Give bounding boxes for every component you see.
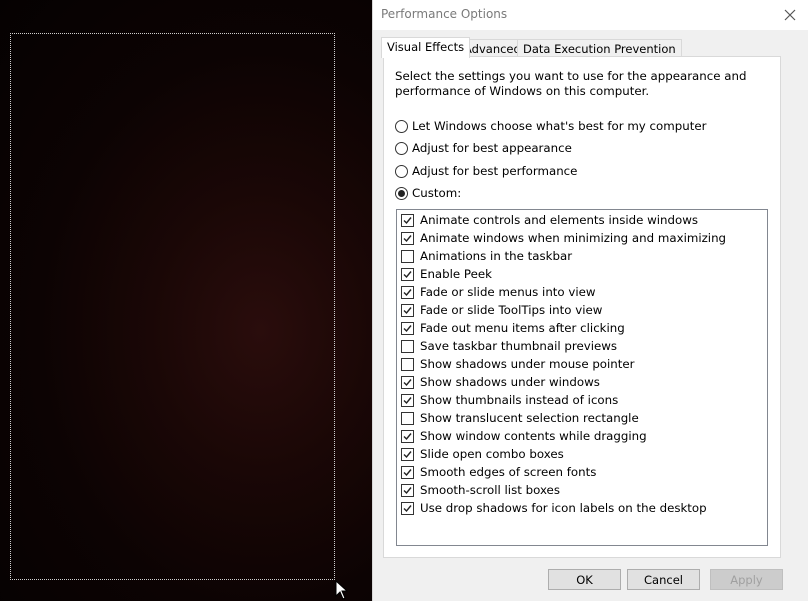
option-label: Fade or slide menus into view: [420, 285, 596, 299]
list-item[interactable]: Save taskbar thumbnail previews: [401, 337, 617, 355]
radio-label: Custom:: [412, 186, 462, 200]
option-label: Show thumbnails instead of icons: [420, 393, 619, 407]
option-label: Show window contents while dragging: [420, 429, 647, 443]
checkbox[interactable]: [401, 267, 414, 281]
radio-button[interactable]: [395, 119, 408, 133]
list-item[interactable]: Fade out menu items after clicking: [401, 319, 625, 337]
list-item[interactable]: Fade or slide menus into view: [401, 283, 596, 301]
checkbox[interactable]: [401, 393, 414, 407]
checkbox[interactable]: [401, 501, 414, 515]
list-item[interactable]: Smooth-scroll list boxes: [401, 481, 560, 499]
effects-listbox[interactable]: Animate controls and elements inside win…: [396, 209, 768, 546]
option-label: Enable Peek: [420, 267, 492, 281]
apply-button[interactable]: Apply: [710, 569, 783, 590]
checkmark-icon: [403, 306, 412, 314]
radio-option[interactable]: Let Windows choose what's best for my co…: [395, 117, 706, 135]
option-label: Show shadows under windows: [420, 375, 600, 389]
radio-label: Let Windows choose what's best for my co…: [412, 119, 707, 133]
option-label: Fade or slide ToolTips into view: [420, 303, 603, 317]
dialog-title: Performance Options: [381, 7, 508, 21]
checkmark-icon: [403, 432, 412, 440]
option-label: Animate controls and elements inside win…: [420, 213, 699, 227]
radio-label: Adjust for best appearance: [412, 141, 572, 155]
option-label: Smooth-scroll list boxes: [420, 483, 560, 497]
radio-label: Adjust for best performance: [412, 164, 578, 178]
performance-options-dialog: Performance Options Visual Effects Advan…: [372, 0, 808, 601]
radio-button[interactable]: [395, 186, 408, 200]
checkbox[interactable]: [401, 411, 414, 425]
visual-effects-panel: Select the settings you want to use for …: [383, 56, 781, 558]
list-item[interactable]: Show thumbnails instead of icons: [401, 391, 618, 409]
checkmark-icon: [403, 270, 412, 278]
list-item[interactable]: Fade or slide ToolTips into view: [401, 301, 602, 319]
tab-data-execution-prevention[interactable]: Data Execution Prevention: [517, 39, 682, 57]
list-item[interactable]: Animate windows when minimizing and maxi…: [401, 229, 726, 247]
mouse-pointer-icon: [335, 580, 349, 600]
option-label: Animate windows when minimizing and maxi…: [420, 231, 727, 245]
checkbox[interactable]: [401, 285, 414, 299]
radio-button[interactable]: [395, 141, 408, 155]
radio-option[interactable]: Adjust for best performance: [395, 162, 577, 180]
checkbox[interactable]: [401, 357, 414, 371]
option-label: Animations in the taskbar: [420, 249, 573, 263]
list-item[interactable]: Smooth edges of screen fonts: [401, 463, 596, 481]
checkmark-icon: [403, 468, 412, 476]
close-button[interactable]: [779, 4, 801, 26]
checkbox[interactable]: [401, 303, 414, 317]
option-label: Smooth edges of screen fonts: [420, 465, 597, 479]
option-label: Show shadows under mouse pointer: [420, 357, 635, 371]
list-item[interactable]: Show window contents while dragging: [401, 427, 647, 445]
radio-option[interactable]: Adjust for best appearance: [395, 139, 572, 157]
description-text: Select the settings you want to use for …: [395, 69, 747, 98]
desktop-background: [0, 0, 372, 601]
checkmark-icon: [403, 396, 412, 404]
checkbox[interactable]: [401, 339, 414, 353]
option-label: Slide open combo boxes: [420, 447, 564, 461]
option-label: Show translucent selection rectangle: [420, 411, 639, 425]
title-bar: Performance Options: [373, 0, 808, 30]
close-icon: [784, 9, 796, 21]
list-item[interactable]: Use drop shadows for icon labels on the …: [401, 499, 707, 517]
checkmark-icon: [403, 486, 412, 494]
checkbox[interactable]: [401, 249, 414, 263]
list-item[interactable]: Slide open combo boxes: [401, 445, 564, 463]
checkbox[interactable]: [401, 213, 414, 227]
checkbox[interactable]: [401, 465, 414, 479]
checkmark-icon: [403, 216, 412, 224]
list-item[interactable]: Show translucent selection rectangle: [401, 409, 639, 427]
checkbox[interactable]: [401, 483, 414, 497]
checkbox[interactable]: [401, 321, 414, 335]
radio-button[interactable]: [395, 164, 408, 178]
option-label: Use drop shadows for icon labels on the …: [420, 501, 707, 515]
checkbox[interactable]: [401, 447, 414, 461]
checkbox[interactable]: [401, 231, 414, 245]
checkmark-icon: [403, 234, 412, 242]
option-label: Fade out menu items after clicking: [420, 321, 625, 335]
list-item[interactable]: Show shadows under windows: [401, 373, 600, 391]
checkmark-icon: [403, 504, 412, 512]
option-label: Save taskbar thumbnail previews: [420, 339, 618, 353]
list-item[interactable]: Enable Peek: [401, 265, 492, 283]
checkmark-icon: [403, 288, 412, 296]
cancel-button[interactable]: Cancel: [627, 569, 700, 590]
selection-marquee: [10, 33, 335, 580]
tab-visual-effects[interactable]: Visual Effects: [381, 37, 471, 58]
ok-button[interactable]: OK: [548, 569, 621, 590]
checkbox[interactable]: [401, 375, 414, 389]
list-item[interactable]: Animations in the taskbar: [401, 247, 572, 265]
list-item[interactable]: Animate controls and elements inside win…: [401, 211, 698, 229]
radio-option[interactable]: Custom:: [395, 184, 461, 202]
checkbox[interactable]: [401, 429, 414, 443]
checkmark-icon: [403, 324, 412, 332]
list-item[interactable]: Show shadows under mouse pointer: [401, 355, 635, 373]
checkmark-icon: [403, 378, 412, 386]
checkmark-icon: [403, 450, 412, 458]
